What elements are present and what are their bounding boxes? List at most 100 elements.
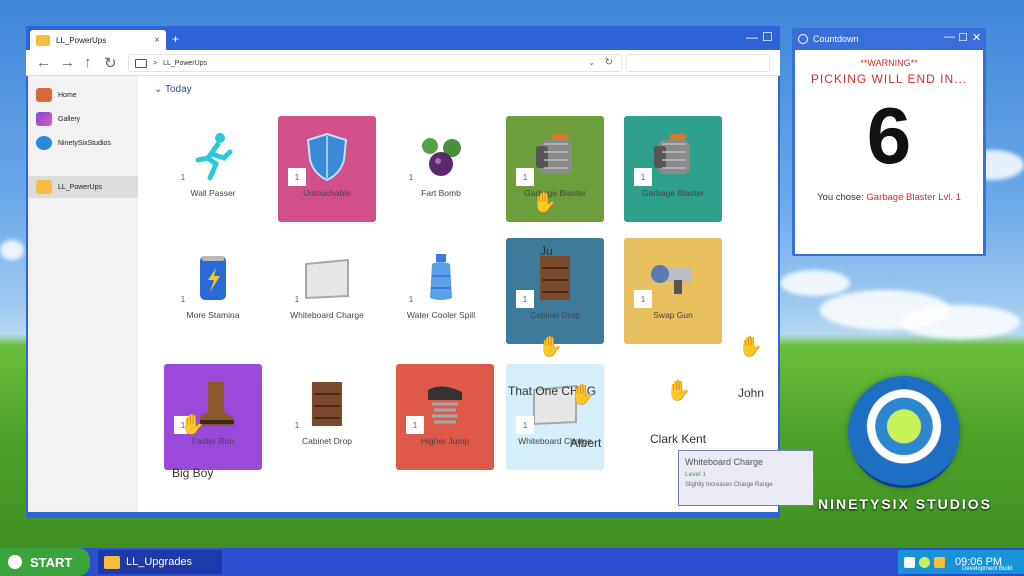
folder-icon: [36, 180, 52, 194]
sidebar-item-label: LL_PowerUps: [58, 183, 102, 191]
maximize-button[interactable]: ☐: [958, 31, 968, 44]
tab-title: LL_PowerUps: [56, 35, 107, 45]
refresh-icon[interactable]: ↻: [104, 54, 117, 72]
sidebar-item-ninetysixstudios[interactable]: NinetySixStudios: [28, 132, 138, 154]
powerup-card-garbage-blaster[interactable]: 1 Garbage Blaster: [624, 116, 722, 222]
blaster-icon: [654, 134, 690, 174]
sidebar-item-gallery[interactable]: Gallery: [28, 108, 138, 130]
taskbar-item-ll-upgrades[interactable]: LL_Upgrades: [98, 550, 222, 574]
powerup-card-water-cooler-spill[interactable]: 1 Water Cooler Spill: [392, 238, 490, 344]
tray-network-icon[interactable]: [904, 556, 915, 568]
item-name: Cabinet Drop: [301, 436, 353, 446]
player-name-john: John: [738, 386, 765, 400]
folder-icon: [104, 555, 120, 569]
item-count: 1: [634, 290, 652, 308]
player-name-albert: Albert: [570, 436, 602, 450]
tab-ll-powerups[interactable]: LL_PowerUps ×: [30, 30, 166, 50]
shield-icon: [306, 132, 348, 182]
item-name: More Stamina: [186, 310, 240, 320]
powerup-card-wall-passer[interactable]: 1 Wall Passer: [164, 116, 262, 222]
hand-cursor-icon: ✋: [570, 384, 595, 406]
energy-drink-icon: [200, 256, 226, 300]
maximize-button[interactable]: ☐: [762, 30, 773, 44]
section-header-today[interactable]: ⌄ Today: [154, 84, 192, 95]
player-name-big-boy: Big Boy: [172, 466, 214, 480]
countdown-titlebar: Countdown: [792, 28, 986, 50]
item-count: 1: [408, 294, 414, 304]
sidebar-item-ll-powerups[interactable]: LL_PowerUps: [28, 176, 138, 198]
minimize-button[interactable]: —: [944, 31, 955, 43]
start-button[interactable]: START: [0, 548, 90, 576]
powerup-card-faster-run[interactable]: 1 Faster Run: [164, 364, 262, 470]
item-name: Cabinet Drop: [529, 310, 581, 320]
item-count: 1: [634, 168, 652, 186]
up-arrow-icon[interactable]: ↑: [84, 54, 92, 71]
minimize-button[interactable]: —: [746, 30, 758, 44]
powerup-card-whiteboard-charge[interactable]: 1 Whiteboard Charge: [278, 238, 376, 344]
countdown-number: 6: [866, 91, 912, 180]
chevron-down-icon: ⌄: [154, 84, 165, 95]
folder-icon: [36, 34, 50, 46]
explorer-window: LL_PowerUps × + — ☐ ← → ↑ ↻ > LL_PowerUp…: [26, 26, 814, 518]
powerup-card-untouchable[interactable]: 1 Untouchable: [278, 116, 376, 222]
item-name: Wall Passer: [190, 188, 236, 198]
address-path: LL_PowerUps: [163, 59, 208, 67]
powerup-card-higher-jump[interactable]: 1 Higher Jump: [396, 364, 494, 470]
tray-app-icon[interactable]: [919, 556, 930, 568]
toolbar: ← → ↑ ↻ > LL_PowerUps ⌄ ↻: [26, 50, 780, 76]
item-count: 1: [180, 172, 186, 182]
search-input[interactable]: [626, 54, 770, 72]
sidebar-item-label: Gallery: [58, 115, 81, 123]
home-icon: [36, 88, 52, 102]
hand-cursor-icon: ✋: [666, 380, 691, 402]
player-name-clark-kent: Clark Kent: [650, 432, 707, 446]
tab-close-icon[interactable]: ×: [154, 35, 160, 46]
hand-cursor-icon: ✋: [180, 414, 205, 436]
running-figure-icon: [195, 133, 233, 181]
powerup-card-fart-bomb[interactable]: 1 Fart Bomb: [392, 116, 490, 222]
gun-icon: [651, 265, 692, 294]
item-tooltip: Whiteboard Charge Level 1 Slightly Incre…: [678, 450, 814, 506]
cloud-icon: [36, 136, 52, 150]
chose-value: Garbage Blaster Lvl. 1: [866, 192, 961, 203]
clock-icon: [798, 34, 808, 44]
address-bar[interactable]: > LL_PowerUps ⌄ ↻: [128, 54, 622, 72]
powerup-card-swap-gun[interactable]: 1 Swap Gun: [624, 238, 722, 344]
powerup-card-more-stamina[interactable]: 1 More Stamina: [164, 238, 262, 344]
powerup-card-cabinet-drop[interactable]: 1 Cabinet Drop: [506, 238, 604, 344]
gallery-icon: [36, 112, 52, 126]
back-arrow-icon[interactable]: ←: [36, 54, 51, 71]
hand-cursor-icon: ✋: [532, 192, 557, 214]
sidebar: Home Gallery NinetySixStudios LL_PowerUp…: [28, 76, 138, 512]
cabinet-icon: [312, 382, 342, 426]
item-name: Untouchable: [303, 188, 351, 198]
address-separator: >: [153, 59, 158, 67]
whiteboard-icon: [305, 258, 349, 300]
sidebar-item-home[interactable]: Home: [28, 84, 138, 106]
tooltip-title: Whiteboard Charge: [685, 457, 764, 467]
tray-volume-icon[interactable]: [934, 556, 945, 568]
tab-bar: LL_PowerUps × + — ☐: [26, 26, 780, 50]
powerup-card-whiteboard-charge-selected[interactable]: 1 Whiteboard Charge: [506, 364, 604, 470]
powerup-card-cabinet-drop[interactable]: 1 Cabinet Drop: [278, 364, 376, 470]
item-name: Whiteboard Charge: [290, 310, 364, 320]
development-build-label: Development Build: [962, 566, 1013, 572]
address-refresh-icon[interactable]: ↻: [605, 57, 613, 68]
chevron-down-icon[interactable]: ⌄: [588, 58, 595, 67]
warning-label: **WARNING**: [860, 58, 918, 68]
blaster-icon: [536, 134, 572, 174]
item-name: Fart Bomb: [421, 188, 461, 198]
hand-cursor-icon: ✋: [738, 336, 763, 358]
item-count: 1: [408, 172, 414, 182]
taskbar: START LL_Upgrades 09:06 PM: [0, 548, 1024, 576]
new-tab-button[interactable]: +: [172, 32, 179, 46]
item-count: 1: [516, 290, 534, 308]
item-count: 1: [294, 294, 300, 304]
close-button[interactable]: ✕: [972, 31, 981, 44]
player-name-ju: Ju: [540, 244, 553, 258]
item-count: 1: [180, 294, 186, 304]
countdown-window: Countdown — ☐ ✕ **WARNING** PICKING WILL…: [792, 28, 986, 256]
cabinet-icon: [540, 256, 570, 300]
forward-arrow-icon[interactable]: →: [60, 54, 75, 71]
item-name: Garbage Blaster: [642, 188, 704, 198]
